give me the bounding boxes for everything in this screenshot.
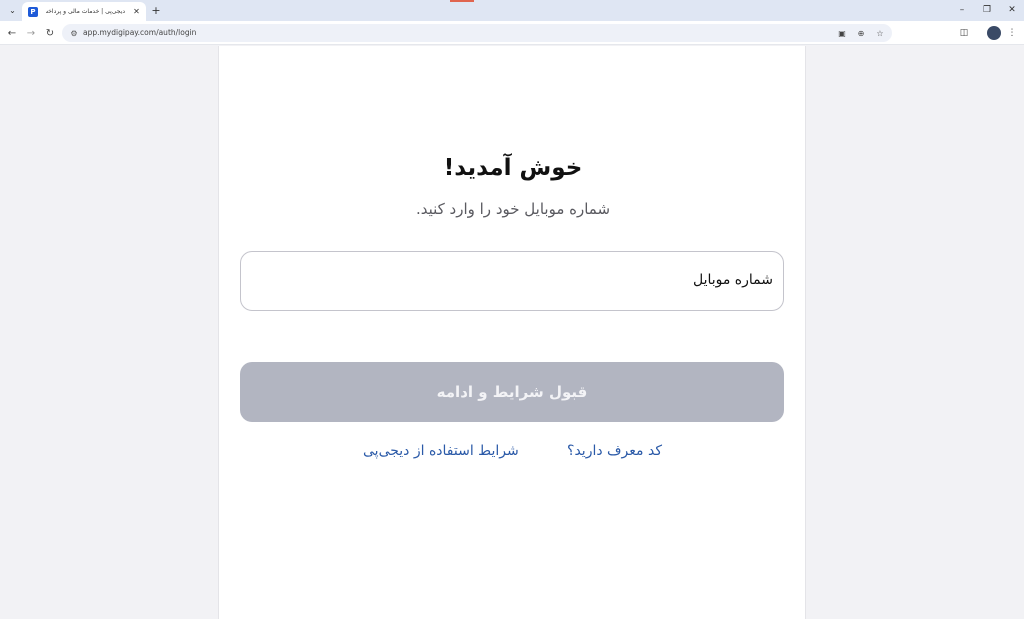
tab-search-button[interactable]: ⌄ bbox=[5, 3, 20, 18]
bookmark-star-icon[interactable]: ☆ bbox=[874, 27, 886, 39]
chevron-down-icon: ⌄ bbox=[9, 6, 16, 15]
browser-toolbar: ← → ↻ ⚙ app.mydigipay.com/auth/login ▣ ⊕… bbox=[0, 21, 1024, 45]
active-tab[interactable]: P دیجی‌پی | خدمات مالی و پرداخت ✕ bbox=[22, 2, 146, 21]
plus-icon: + bbox=[151, 3, 161, 17]
accept-and-continue-button[interactable]: قبول شرایط و ادامه bbox=[240, 362, 784, 422]
zoom-icon[interactable]: ⊕ bbox=[855, 27, 867, 39]
terms-of-use-link[interactable]: شرایط استفاده از دیجی‌پی bbox=[363, 443, 519, 459]
arrow-left-icon: ← bbox=[7, 27, 17, 39]
close-window-button[interactable]: ✕ bbox=[1005, 3, 1019, 17]
referral-code-link[interactable]: کد معرف دارید؟ bbox=[567, 443, 662, 459]
site-info-icon[interactable]: ⚙ bbox=[68, 27, 80, 39]
digipay-favicon-icon: P bbox=[28, 6, 38, 17]
tab-title: دیجی‌پی | خدمات مالی و پرداخت bbox=[46, 8, 125, 15]
welcome-title: خوش آمدید! bbox=[443, 155, 583, 181]
install-app-icon[interactable]: ▣ bbox=[836, 27, 848, 39]
mobile-number-input[interactable]: شماره موبایل bbox=[240, 251, 784, 311]
menu-dots-icon[interactable]: ⋮ bbox=[1005, 26, 1019, 40]
address-bar[interactable]: ⚙ app.mydigipay.com/auth/login ▣ ⊕ ☆ bbox=[62, 24, 892, 42]
restore-icon: ❐ bbox=[982, 5, 992, 15]
profile-avatar[interactable] bbox=[987, 26, 1001, 40]
extensions-icon[interactable]: ◫ bbox=[957, 26, 971, 40]
minimize-button[interactable]: – bbox=[955, 3, 969, 17]
new-tab-button[interactable]: + bbox=[149, 3, 163, 17]
reload-icon: ↻ bbox=[45, 27, 55, 39]
mobile-number-label: شماره موبایل bbox=[692, 272, 773, 288]
forward-button[interactable]: → bbox=[24, 26, 38, 40]
close-icon[interactable]: ✕ bbox=[131, 6, 142, 17]
reload-button[interactable]: ↻ bbox=[43, 26, 57, 40]
welcome-subtitle: شماره موبایل خود را وارد کنید. bbox=[415, 200, 611, 218]
arrow-right-icon: → bbox=[26, 27, 36, 39]
login-card: خوش آمدید! شماره موبایل خود را وارد کنید… bbox=[218, 46, 806, 619]
close-icon: ✕ bbox=[1008, 5, 1016, 15]
url-text: app.mydigipay.com/auth/login bbox=[83, 28, 197, 37]
tab-strip: ⌄ P دیجی‌پی | خدمات مالی و پرداخت ✕ + – … bbox=[0, 0, 1024, 21]
tab-strip-accent bbox=[450, 0, 474, 2]
restore-button[interactable]: ❐ bbox=[980, 3, 994, 17]
back-button[interactable]: ← bbox=[5, 26, 19, 40]
minimize-icon: – bbox=[959, 5, 965, 15]
accept-and-continue-label: قبول شرایط و ادامه bbox=[436, 383, 588, 401]
